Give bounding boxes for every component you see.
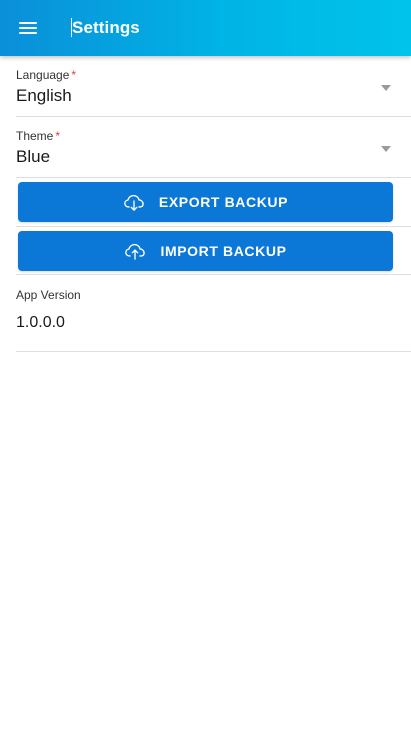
export-backup-button[interactable]: EXPORT BACKUP [18, 182, 393, 222]
dropdown-arrow-icon [381, 146, 391, 152]
app-version-value: 1.0.0.0 [16, 314, 65, 331]
import-backup-label: IMPORT BACKUP [160, 243, 287, 259]
language-select[interactable]: Language * English [16, 66, 411, 117]
app-version-label: App Version [16, 288, 81, 302]
app-version-field: App Version 1.0.0.0 [16, 275, 411, 352]
language-label-text: Language [16, 68, 70, 82]
cloud-download-icon [124, 194, 144, 211]
app-header: Settings [0, 0, 411, 56]
cloud-upload-icon [125, 243, 146, 260]
theme-value: Blue [16, 147, 51, 166]
page-title: Settings [72, 18, 140, 37]
dropdown-arrow-icon [381, 85, 391, 91]
required-mark: * [55, 129, 61, 143]
settings-screen: Settings Language * English Theme * Blue E… [0, 0, 411, 731]
import-backup-button[interactable]: IMPORT BACKUP [18, 231, 393, 271]
theme-label: Theme * [16, 129, 411, 143]
theme-select[interactable]: Theme * Blue [16, 117, 411, 178]
hamburger-menu-icon [19, 21, 37, 35]
divider [16, 226, 411, 227]
hamburger-menu-button[interactable] [13, 16, 43, 40]
export-backup-label: EXPORT BACKUP [158, 194, 289, 210]
language-value: English [16, 86, 72, 105]
theme-label-text: Theme [16, 129, 54, 143]
language-label: Language * [16, 68, 411, 82]
required-mark: * [71, 68, 77, 82]
